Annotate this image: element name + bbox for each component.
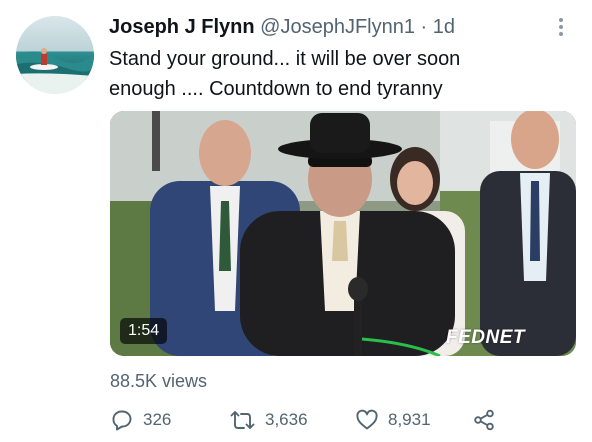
like-button[interactable]: 8,931 <box>355 406 431 434</box>
video-watermark: FEDNET <box>446 327 525 348</box>
retweet-button[interactable]: 3,636 <box>230 406 308 434</box>
author-handle[interactable]: @JosephJFlynn1 <box>260 16 415 38</box>
tweet-header: Joseph J Flynn @JosephJFlynn1 · 1d <box>109 14 552 40</box>
video-thumbnail <box>110 111 576 356</box>
tweet-text: Stand your ground... it will be over soo… <box>109 44 569 104</box>
separator-dot: · <box>420 16 428 38</box>
reply-button[interactable]: 326 <box>110 406 171 434</box>
view-count[interactable]: 88.5K views <box>110 370 207 392</box>
video-player[interactable] <box>110 111 576 356</box>
tweet-text-line: Stand your ground... it will be over soo… <box>109 48 461 70</box>
retweet-count: 3,636 <box>265 410 308 429</box>
surfer-avatar-icon <box>16 48 94 94</box>
like-count: 8,931 <box>388 410 431 429</box>
more-icon[interactable] <box>550 16 572 38</box>
author-name[interactable]: Joseph J Flynn <box>109 16 255 38</box>
reply-count: 326 <box>143 410 172 429</box>
retweet-icon <box>230 411 255 429</box>
tweet-timestamp[interactable]: 1d <box>433 16 455 38</box>
avatar[interactable] <box>16 16 94 94</box>
reply-icon <box>112 410 132 431</box>
video-duration-badge: 1:54 <box>120 318 168 344</box>
tweet-text-line: enough .... Countdown to end tyranny <box>109 78 443 100</box>
tweet-actions: 326 3,636 8,931 <box>110 406 510 434</box>
share-button[interactable] <box>472 406 496 434</box>
share-icon <box>474 409 494 431</box>
heart-icon <box>356 409 378 430</box>
